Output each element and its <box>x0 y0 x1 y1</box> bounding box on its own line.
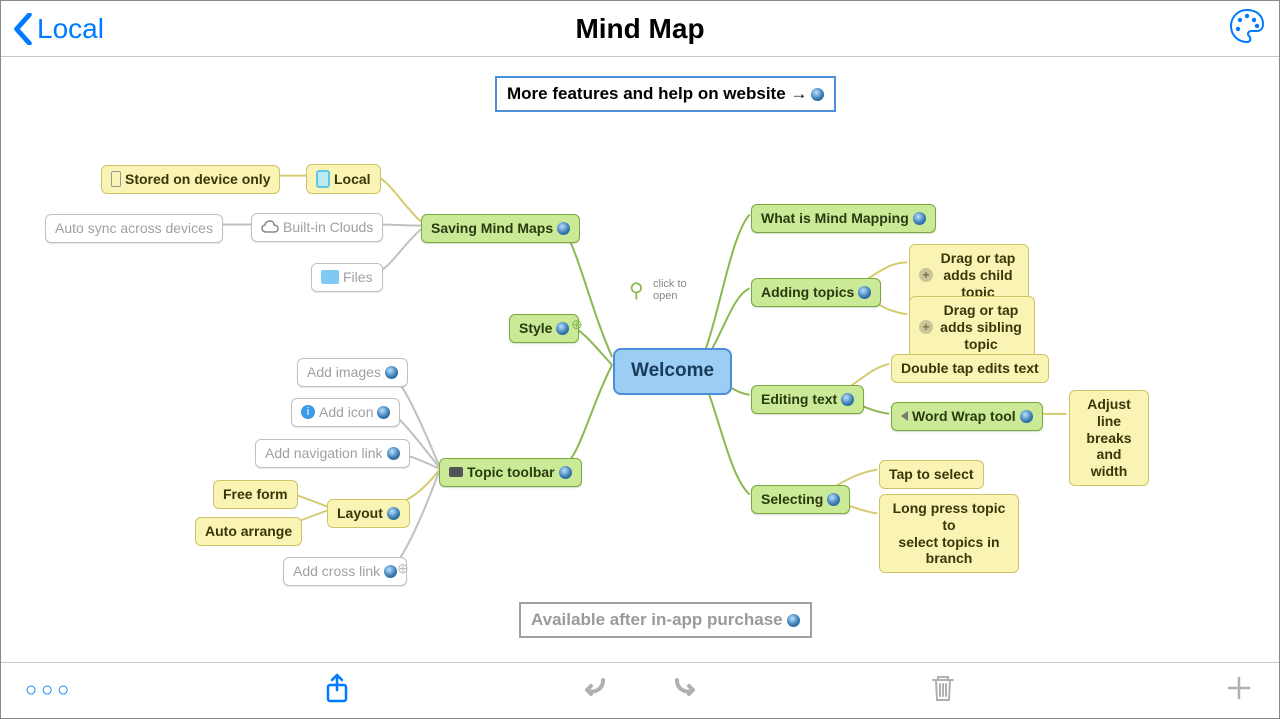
top-banner[interactable]: More features and help on website → <box>495 76 836 112</box>
node-adding-topics[interactable]: Adding topics <box>751 278 881 307</box>
node-tap-select[interactable]: Tap to select <box>879 460 984 489</box>
chevron-left-icon <box>13 13 33 45</box>
redo-button[interactable] <box>669 672 701 709</box>
globe-icon <box>556 322 569 335</box>
node-style[interactable]: Style <box>509 314 579 343</box>
undo-icon <box>579 672 611 704</box>
expand-icon[interactable]: ⊕ <box>571 316 583 333</box>
plus-icon: + <box>919 268 933 282</box>
globe-icon <box>858 286 871 299</box>
expand-icon[interactable]: ⊕ <box>397 560 409 577</box>
globe-icon <box>913 212 926 225</box>
node-add-images[interactable]: Add images <box>297 358 408 387</box>
node-auto-arrange[interactable]: Auto arrange <box>195 517 302 546</box>
globe-icon <box>384 565 397 578</box>
node-double-tap[interactable]: Double tap edits text <box>891 354 1049 383</box>
node-editing-text[interactable]: Editing text <box>751 385 864 414</box>
node-stored-device[interactable]: Stored on device only <box>101 165 280 194</box>
globe-icon <box>559 466 572 479</box>
toolbar-icon <box>449 467 463 477</box>
node-add-icon[interactable]: iAdd icon <box>291 398 400 427</box>
undo-button[interactable] <box>579 672 611 709</box>
node-layout[interactable]: Layout <box>327 499 410 528</box>
node-adds-sibling[interactable]: +Drag or tapadds sibling topic <box>909 296 1035 358</box>
plus-icon: + <box>919 320 933 334</box>
palette-icon <box>1227 6 1267 46</box>
more-button[interactable]: ○○○ <box>25 679 73 702</box>
top-banner-text: More features and help on website → <box>507 84 807 104</box>
delete-button[interactable] <box>927 672 959 709</box>
add-button[interactable] <box>1223 672 1255 709</box>
header: Local Mind Map <box>1 1 1279 57</box>
globe-icon <box>387 447 400 460</box>
globe-icon <box>841 393 854 406</box>
bottom-banner-text: Available after in-app purchase <box>531 610 783 630</box>
phone-icon <box>111 171 121 187</box>
globe-icon <box>385 366 398 379</box>
node-autosync[interactable]: Auto sync across devices <box>45 214 223 243</box>
node-word-wrap[interactable]: Word Wrap tool <box>891 402 1043 431</box>
node-selecting[interactable]: Selecting <box>751 485 850 514</box>
node-add-nav-link[interactable]: Add navigation link <box>255 439 410 468</box>
bottom-banner[interactable]: Available after in-app purchase <box>519 602 812 638</box>
node-free-form[interactable]: Free form <box>213 480 298 509</box>
node-adjust-width[interactable]: Adjustline breaksand width <box>1069 390 1149 486</box>
globe-icon <box>1020 410 1033 423</box>
node-files[interactable]: Files <box>311 263 383 292</box>
node-add-cross-link[interactable]: Add cross link <box>283 557 407 586</box>
folder-icon <box>321 270 339 284</box>
click-hint: click toopen <box>653 278 693 302</box>
node-saving[interactable]: Saving Mind Maps <box>421 214 580 243</box>
info-icon: i <box>301 405 315 419</box>
globe-icon <box>811 88 824 101</box>
pin-icon: ⚲ <box>629 278 644 303</box>
back-label: Local <box>37 13 104 45</box>
node-topic-toolbar[interactable]: Topic toolbar <box>439 458 582 487</box>
bottom-toolbar: ○○○ <box>1 662 1279 718</box>
node-builtin-clouds[interactable]: Built-in Clouds <box>251 213 383 242</box>
page-title: Mind Map <box>575 13 704 45</box>
cloud-icon <box>261 220 279 234</box>
triangle-left-icon <box>901 411 908 421</box>
node-what-is-mind-mapping[interactable]: What is Mind Mapping <box>751 204 936 233</box>
trash-icon <box>927 672 959 704</box>
share-icon <box>321 672 353 704</box>
node-local[interactable]: Local <box>306 164 381 194</box>
globe-icon <box>377 406 390 419</box>
back-button[interactable]: Local <box>13 13 104 45</box>
node-long-press[interactable]: Long press topic toselect topics in bran… <box>879 494 1019 573</box>
node-welcome[interactable]: Welcome <box>613 348 732 395</box>
device-icon <box>316 170 330 188</box>
globe-icon <box>387 507 400 520</box>
globe-icon <box>827 493 840 506</box>
theme-button[interactable] <box>1227 6 1267 51</box>
plus-icon <box>1223 672 1255 704</box>
share-button[interactable] <box>321 672 353 709</box>
globe-icon <box>557 222 570 235</box>
redo-icon <box>669 672 701 704</box>
mind-map-canvas[interactable]: More features and help on website → Welc… <box>1 58 1279 662</box>
globe-icon <box>787 614 800 627</box>
